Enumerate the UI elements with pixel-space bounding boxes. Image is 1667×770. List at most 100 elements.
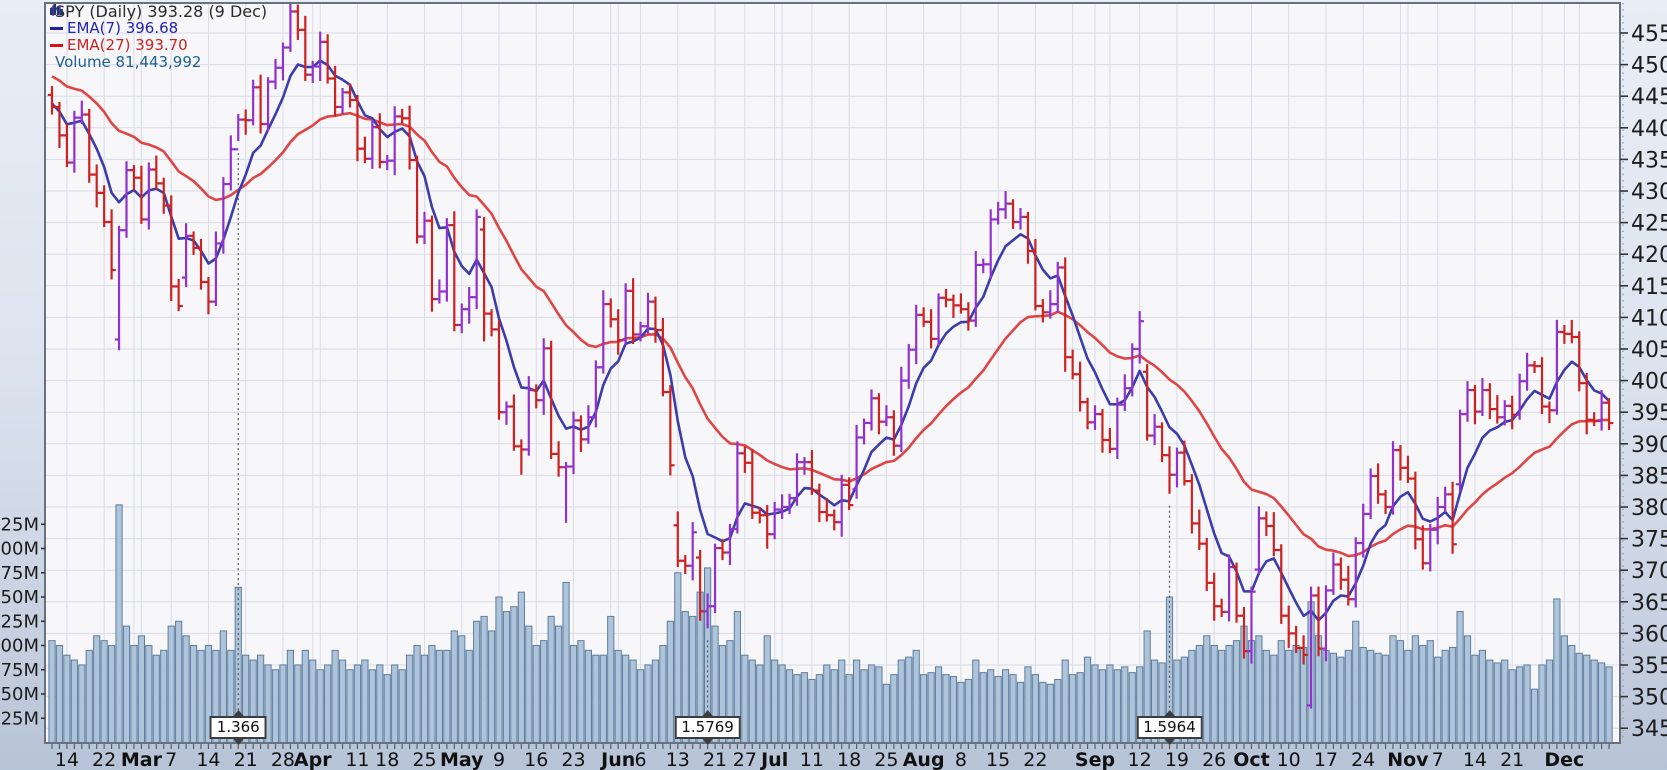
volume-bar	[1606, 667, 1612, 744]
volume-bar	[1003, 670, 1009, 744]
volume-bar	[71, 660, 77, 743]
date-tick-label: 21	[1500, 749, 1524, 770]
date-tick-label: 24	[1351, 749, 1375, 770]
date-tick-label: Jun	[599, 749, 635, 770]
volume-bar	[1338, 657, 1344, 743]
dividend-label: 1.366	[210, 716, 267, 739]
volume-bar	[369, 670, 375, 744]
date-tick-label: Oct	[1233, 749, 1270, 770]
volume-bar	[1099, 670, 1105, 744]
notch-down-icon	[233, 739, 243, 745]
notch-down-icon	[1165, 739, 1175, 745]
volume-bar	[1219, 650, 1225, 743]
volume-bar	[585, 650, 591, 743]
volume-bar	[109, 646, 115, 744]
volume-bar	[637, 670, 643, 744]
volume-bar	[1397, 641, 1403, 744]
volume-bar	[1070, 675, 1076, 744]
volume-bar	[973, 660, 979, 743]
date-tick-label: 16	[524, 749, 548, 770]
volume-bar	[1122, 667, 1128, 744]
volume-bar	[935, 667, 941, 744]
ema-fast-label: EMA(7) 396.68	[67, 20, 178, 37]
volume-bar	[325, 665, 331, 744]
volume-bar	[1382, 655, 1388, 743]
volume-bar	[1062, 660, 1068, 743]
volume-bar	[1509, 670, 1515, 744]
volume-bar	[541, 641, 547, 744]
volume-bar	[1040, 682, 1046, 743]
volume-bar	[1450, 647, 1456, 743]
volume-bar	[742, 655, 748, 743]
legend-ema-slow-row: EMA(27) 393.70	[50, 37, 267, 54]
volume-tick-label: 175M	[0, 563, 39, 584]
volume-bar	[1263, 650, 1269, 743]
volume-bar	[1084, 657, 1090, 743]
volume-bar	[138, 636, 144, 744]
stockchart: 4554504454404354304254204154104054003953…	[0, 0, 1667, 770]
volume-bar	[1569, 646, 1575, 744]
volume-bar	[287, 650, 293, 743]
volume-bar	[362, 660, 368, 743]
volume-bar	[868, 665, 874, 744]
volume-bar	[511, 607, 517, 744]
date-tick-label: 22	[92, 749, 116, 770]
volume-bar	[384, 675, 390, 744]
volume-bar	[1114, 670, 1120, 744]
volume-bar	[1286, 650, 1292, 743]
volume-bar	[1233, 641, 1239, 744]
date-tick-label: 26	[1202, 749, 1226, 770]
volume-bar	[1293, 646, 1299, 744]
volume-bar	[176, 621, 182, 743]
date-tick-label: 19	[1165, 749, 1189, 770]
volume-bar	[101, 641, 107, 744]
volume-bar	[1487, 660, 1493, 743]
volume-bar	[1204, 636, 1210, 744]
volume-bar	[1017, 682, 1023, 743]
volume-bar	[1464, 636, 1470, 744]
price-tick-label: 350	[1631, 686, 1667, 711]
volume-bar	[608, 616, 614, 743]
date-tick-label: 18	[837, 749, 861, 770]
volume-tick-label: 100M	[0, 636, 39, 657]
chart-title: SPY (Daily) 393.28 (9 Dec)	[55, 3, 267, 20]
ema-slow-label: EMA(27) 393.70	[67, 37, 188, 54]
volume-bar	[451, 631, 457, 744]
volume-bar	[392, 665, 398, 744]
volume-bar	[950, 677, 956, 744]
volume-bar	[980, 673, 986, 744]
volume-bar	[772, 660, 778, 743]
volume-bar	[466, 650, 472, 743]
date-tick-label: 21	[703, 749, 727, 770]
volume-bar	[593, 655, 599, 743]
volume-bar	[1226, 646, 1232, 744]
volume-bar	[1494, 663, 1500, 744]
volume-bar	[1032, 675, 1038, 744]
volume-bar	[183, 636, 189, 744]
price-tick-label: 395	[1631, 401, 1667, 426]
volume-bar	[1360, 647, 1366, 743]
volume-bar	[1345, 650, 1351, 743]
volume-bar	[660, 646, 666, 744]
chart-legend: SPY (Daily) 393.28 (9 Dec) EMA(7) 396.68…	[50, 3, 267, 71]
date-tick-label: 17	[1314, 749, 1338, 770]
volume-bar	[630, 660, 636, 743]
volume-bar	[898, 660, 904, 743]
volume-bar	[548, 616, 554, 743]
ema-fast-swatch-icon	[50, 27, 63, 30]
volume-bar	[1561, 636, 1567, 744]
date-tick-label: 27	[733, 749, 757, 770]
volume-bar	[1591, 660, 1597, 743]
volume-bar	[459, 636, 465, 744]
volume-bar	[786, 670, 792, 744]
volume-bar	[79, 665, 85, 744]
date-tick-label: 23	[561, 749, 585, 770]
date-tick-label: 22	[1023, 749, 1047, 770]
volume-bar	[339, 660, 345, 743]
price-tick-label: 370	[1631, 559, 1667, 584]
volume-bar	[302, 650, 308, 743]
price-tick-label: 345	[1631, 717, 1667, 742]
price-tick-label: 360	[1631, 622, 1667, 647]
price-axis: 4554504454404354304254204154104054003953…	[1620, 3, 1667, 743]
volume-bar	[429, 646, 435, 744]
